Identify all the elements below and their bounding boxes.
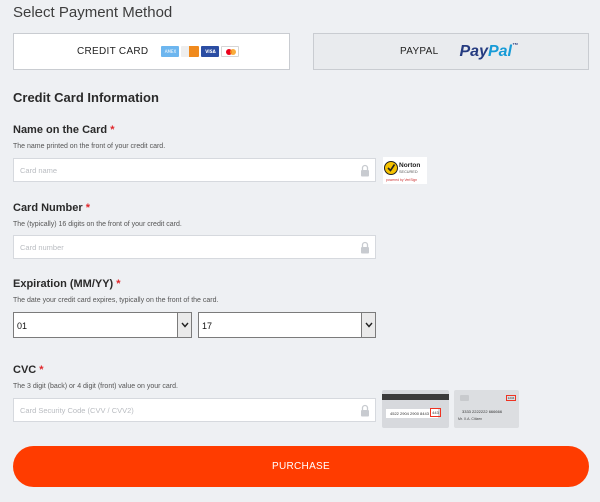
svg-text:SECURED: SECURED (399, 170, 418, 174)
chevron-down-icon[interactable] (361, 313, 375, 337)
front-card-number: 3333 2222222 666666 (462, 409, 503, 414)
front-card-name: Mr. X.A. Citizen (458, 417, 483, 421)
discover-card-icon (181, 46, 200, 57)
chevron-down-icon[interactable] (177, 313, 191, 337)
expiration-year-select[interactable]: 17 (198, 312, 376, 338)
svg-text:Norton: Norton (399, 162, 420, 169)
lock-icon (361, 241, 369, 254)
lock-icon (361, 404, 369, 417)
name-label: Name on the Card * (13, 124, 115, 136)
visa-card-icon: VISA (201, 46, 220, 57)
norton-secured-badge: Norton SECURED powered by VeriSign (383, 157, 427, 184)
tab-credit-card[interactable]: CREDIT CARD AMEX VISA (13, 33, 290, 70)
expiration-month-value: 01 (17, 321, 28, 331)
section-title: Select Payment Method (13, 4, 173, 21)
tab-paypal-label: PAYPAL (400, 46, 439, 57)
card-number-label: Card Number * (13, 202, 91, 214)
cvc-highlight: 1234 (506, 395, 516, 401)
card-back-cvv-illustration: 4522 2904 2900 8443 443 (382, 390, 449, 428)
required-marker: * (116, 278, 121, 290)
lock-icon (361, 164, 369, 177)
card-name-input[interactable] (14, 159, 340, 181)
mastercard-icon (221, 46, 240, 57)
expiration-year-value: 17 (202, 321, 213, 331)
cvc-field[interactable] (13, 398, 376, 422)
required-marker: * (85, 202, 91, 214)
card-chip (460, 395, 469, 401)
required-marker: * (39, 364, 44, 376)
card-number-input[interactable] (14, 236, 340, 258)
paypal-logo: PayPal™ (459, 42, 518, 60)
card-name-field[interactable] (13, 158, 376, 182)
magnetic-stripe (382, 394, 449, 400)
card-number-field[interactable] (13, 235, 376, 259)
card-number-hint: The (typically) 16 digits on the front o… (13, 221, 182, 228)
required-marker: * (110, 124, 115, 136)
card-brand-icons: AMEX VISA (161, 46, 240, 57)
tab-credit-card-label: CREDIT CARD (77, 46, 149, 57)
cvc-input[interactable] (14, 399, 340, 421)
amex-card-icon: AMEX (161, 46, 180, 57)
expiration-label: Expiration (MM/YY) * (13, 278, 121, 290)
tab-paypal[interactable]: PAYPAL PayPal™ (313, 33, 589, 70)
credit-card-info-heading: Credit Card Information (13, 90, 159, 105)
cvv-highlight: 443 (430, 408, 441, 417)
payment-page: Select Payment Method CREDIT CARD AMEX V… (0, 0, 600, 502)
purchase-button[interactable]: PURCHASE (13, 446, 589, 487)
svg-text:powered by VeriSign: powered by VeriSign (386, 178, 417, 182)
expiration-hint: The date your credit card expires, typic… (13, 297, 219, 304)
name-hint: The name printed on the front of your cr… (13, 143, 166, 150)
expiration-month-select[interactable]: 01 (13, 312, 192, 338)
cvc-hint: The 3 digit (back) or 4 digit (front) va… (13, 383, 178, 390)
cvc-label: CVC * (13, 364, 44, 376)
card-front-cvc-illustration: 1234 3333 2222222 666666 Mr. X.A. Citize… (454, 390, 519, 428)
